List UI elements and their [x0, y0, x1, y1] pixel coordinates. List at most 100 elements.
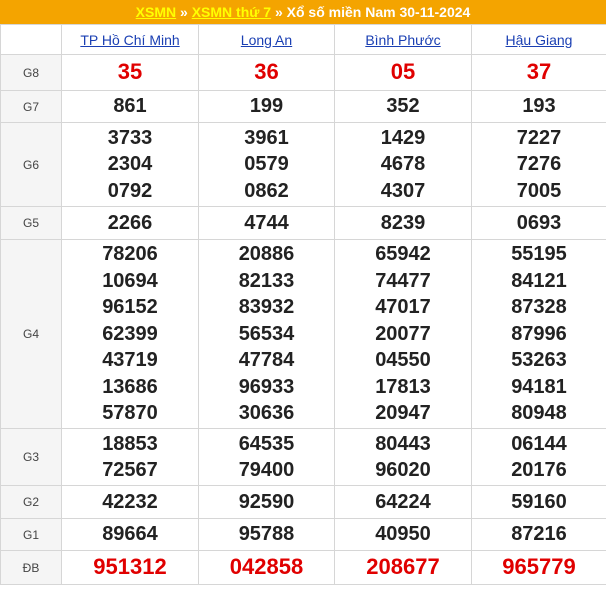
- results-table: TP Hồ Chí Minh Long An Bình Phước Hậu Gi…: [0, 24, 606, 585]
- prize-cell: 55195 84121 87328 87996 53263 94181 80948: [471, 239, 606, 429]
- prize-label: G3: [0, 428, 62, 486]
- prize-cell: 95788: [198, 518, 335, 551]
- prize-cell: 0693: [471, 206, 606, 240]
- prize-number: 0693: [516, 211, 562, 234]
- prize-number: 64224: [375, 490, 431, 513]
- province-link-hcm[interactable]: TP Hồ Chí Minh: [80, 32, 179, 48]
- prize-row-g8: G8 35 36 05 37: [0, 54, 606, 91]
- prize-number: 78206: [102, 243, 158, 266]
- prize-cell: 2266: [61, 206, 199, 240]
- prize-cell: 59160: [471, 485, 606, 519]
- prize-label: G5: [0, 206, 62, 240]
- prize-cell: 80443 96020: [334, 428, 472, 486]
- prize-cell: 42232: [61, 485, 199, 519]
- prize-cell: 3733 2304 0792: [61, 122, 199, 207]
- prize-cell: 78206 10694 96152 62399 43719 13686 57870: [61, 239, 199, 429]
- prize-row-g6: G6 3733 2304 0792 3961 0579 0862 1429 4678 4307 72…: [0, 122, 606, 207]
- province-header: TP Hồ Chí Minh: [61, 24, 199, 55]
- prize-row-g7: G7 861 199 352 193: [0, 90, 606, 123]
- prize-number: 84121: [511, 269, 567, 292]
- prize-row-db: ĐB 951312 042858 208677 965779: [0, 550, 606, 585]
- prize-number: 20077: [375, 322, 431, 345]
- xsmn-link[interactable]: XSMN: [136, 4, 176, 20]
- prize-number: 87216: [511, 523, 567, 546]
- prize-cell: 18853 72567: [61, 428, 199, 486]
- prize-cell: 89664: [61, 518, 199, 551]
- prize-cell: 20886 82133 83932 56534 47784 96933 30636: [198, 239, 335, 429]
- prize-cell: 65942 74477 47017 20077 04550 17813 20947: [334, 239, 472, 429]
- prize-number: 92590: [238, 490, 295, 513]
- prize-number: 55195: [511, 243, 567, 266]
- prize-number: 193: [522, 95, 556, 118]
- prize-label: G4: [0, 239, 62, 429]
- prize-number: 04550: [375, 349, 431, 372]
- xsmn-thu7-link[interactable]: XSMN thứ 7: [192, 4, 271, 20]
- prize-cell: 05: [334, 54, 472, 91]
- prize-cell: 7227 7276 7005: [471, 122, 606, 207]
- province-link-hau-giang[interactable]: Hậu Giang: [506, 32, 573, 48]
- province-header: Bình Phước: [334, 24, 472, 55]
- prize-number: 20176: [511, 459, 567, 481]
- prize-number: 042858: [229, 554, 304, 580]
- prize-number: 72567: [102, 459, 158, 481]
- prize-cell: 861: [61, 90, 199, 123]
- prize-number: 37: [526, 59, 552, 85]
- prize-number: 53263: [511, 349, 567, 372]
- prize-number: 64535: [238, 432, 295, 455]
- province-header: Long An: [198, 24, 335, 55]
- prize-number: 7005: [516, 179, 562, 202]
- prize-number: 3733: [107, 126, 153, 149]
- prize-cell: 36: [198, 54, 335, 91]
- prize-number: 861: [113, 95, 147, 118]
- prize-number: 87996: [511, 322, 567, 345]
- prize-number: 80443: [375, 432, 431, 455]
- prize-number: 35: [117, 59, 143, 85]
- prize-cell: 965779: [471, 550, 606, 585]
- province-link-binh-phuoc[interactable]: Bình Phước: [365, 32, 440, 48]
- prize-number: 96152: [102, 296, 158, 319]
- breadcrumb-separator: »: [180, 4, 188, 20]
- prize-number: 80948: [511, 402, 567, 425]
- prize-number: 208677: [366, 554, 440, 580]
- prize-number: 0579: [244, 153, 289, 176]
- prize-cell: 40950: [334, 518, 472, 551]
- prize-number: 47784: [238, 349, 295, 372]
- prize-number: 0862: [244, 179, 289, 202]
- prize-number: 57870: [102, 402, 158, 425]
- province-link-long-an[interactable]: Long An: [241, 32, 292, 48]
- prize-cell: 3961 0579 0862: [198, 122, 335, 207]
- prize-number: 94181: [511, 375, 567, 398]
- prize-cell: 87216: [471, 518, 606, 551]
- prize-number: 352: [386, 95, 420, 118]
- prize-number: 10694: [102, 269, 158, 292]
- prize-row-g3: G3 18853 72567 64535 79400 80443 96020 06144 201…: [0, 428, 606, 486]
- prize-number: 7227: [516, 126, 562, 149]
- prize-number: 17813: [375, 375, 431, 398]
- prize-number: 4307: [380, 179, 426, 202]
- prize-number: 7276: [516, 153, 562, 176]
- prize-cell: 042858: [198, 550, 335, 585]
- prize-cell: 193: [471, 90, 606, 123]
- prize-row-g2: G2 42232 92590 64224 59160: [0, 485, 606, 519]
- prize-number: 13686: [102, 375, 158, 398]
- prize-number: 83932: [238, 296, 295, 319]
- prize-cell: 8239: [334, 206, 472, 240]
- prize-cell: 199: [198, 90, 335, 123]
- breadcrumb-separator: »: [274, 4, 283, 20]
- prize-number: 8239: [380, 211, 426, 234]
- prize-number: 42232: [102, 490, 158, 513]
- prize-number: 05: [390, 59, 416, 85]
- prize-label: G2: [0, 485, 62, 519]
- prize-number: 36: [254, 59, 279, 85]
- corner-cell: [0, 24, 62, 55]
- prize-number: 59160: [511, 490, 567, 513]
- prize-number: 2304: [107, 153, 153, 176]
- prize-number: 4744: [244, 211, 289, 234]
- prize-label: G8: [0, 54, 62, 91]
- prize-number: 65942: [375, 243, 431, 266]
- prize-number: 96020: [375, 459, 431, 481]
- breadcrumb: XSMN » XSMN thứ 7 » Xổ số miền Nam 30-11…: [0, 0, 606, 24]
- prize-number: 96933: [238, 375, 295, 398]
- prize-cell: 352: [334, 90, 472, 123]
- prize-number: 20886: [238, 243, 295, 266]
